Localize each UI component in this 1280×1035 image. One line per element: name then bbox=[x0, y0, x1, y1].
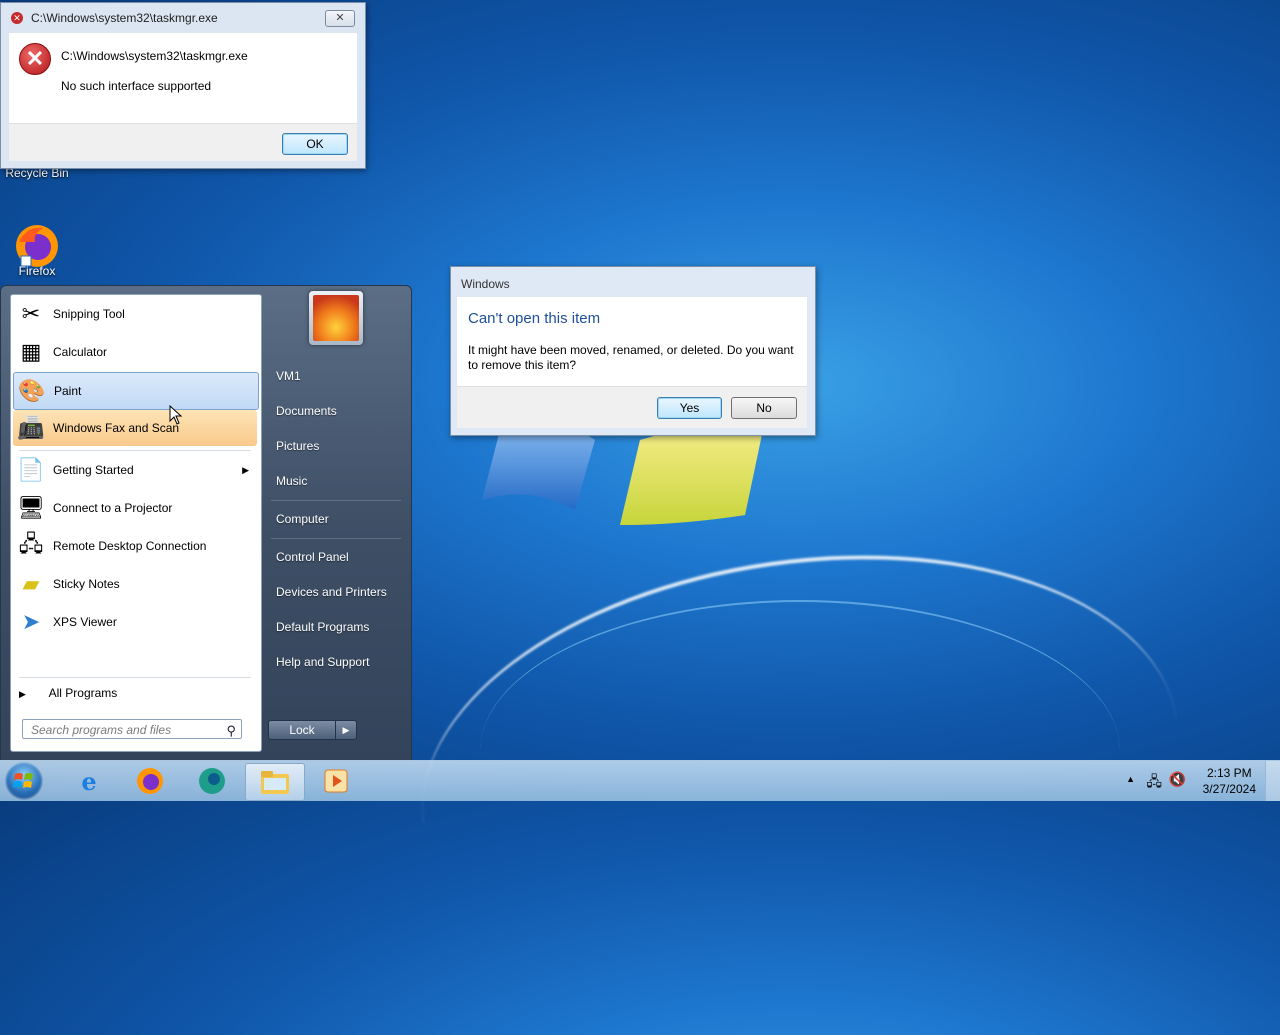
clock[interactable]: 2:13 PM 3/27/2024 bbox=[1203, 765, 1256, 797]
search-icon[interactable]: ⚲ bbox=[226, 721, 236, 741]
program-remote-desktop[interactable]: 🖧 Remote Desktop Connection bbox=[13, 528, 257, 564]
program-paint[interactable]: 🎨 Paint bbox=[13, 372, 259, 410]
error-dialog-title: C:\Windows\system32\taskmgr.exe bbox=[31, 11, 218, 25]
edge-icon bbox=[199, 768, 225, 794]
program-label: Snipping Tool bbox=[53, 307, 125, 321]
error-icon: ✕ bbox=[19, 43, 51, 75]
dialog-footer: Yes No bbox=[457, 386, 807, 428]
no-button[interactable]: No bbox=[731, 397, 797, 419]
divider bbox=[271, 538, 401, 539]
divider bbox=[19, 450, 251, 451]
all-programs-label: All Programs bbox=[48, 686, 118, 700]
start-item-pictures[interactable]: Pictures bbox=[276, 439, 319, 453]
dialog-title[interactable]: Windows bbox=[451, 267, 815, 297]
desktop-icon-firefox[interactable]: Firefox bbox=[2, 222, 72, 284]
program-sticky-notes[interactable]: ▰ Sticky Notes bbox=[13, 566, 257, 602]
paint-palette-icon: 🎨 bbox=[18, 378, 46, 403]
ok-button[interactable]: OK bbox=[282, 133, 348, 155]
firefox-icon bbox=[137, 768, 163, 794]
shutdown-options-button[interactable]: ▶ bbox=[335, 720, 357, 740]
search-placeholder: Search programs and files bbox=[31, 723, 172, 737]
avatar[interactable] bbox=[309, 291, 363, 345]
clock-date: 3/27/2024 bbox=[1202, 782, 1256, 796]
close-button[interactable]: ✕ bbox=[325, 10, 355, 27]
taskbar-file-explorer[interactable] bbox=[245, 763, 305, 801]
program-label: Remote Desktop Connection bbox=[53, 539, 207, 553]
yes-button[interactable]: Yes bbox=[657, 397, 722, 419]
error-message: No such interface supported bbox=[61, 79, 212, 93]
calculator-icon: ▦ bbox=[20, 339, 42, 364]
dialog-body: Can't open this item It might have been … bbox=[457, 297, 807, 386]
volume-muted-icon[interactable]: 🔇 bbox=[1169, 771, 1186, 788]
error-small-icon: ✕ bbox=[11, 12, 23, 24]
show-desktop-button[interactable] bbox=[1265, 761, 1280, 801]
divider bbox=[271, 500, 401, 501]
sticky-notes-icon: ▰ bbox=[22, 571, 40, 596]
error-dialog-titlebar[interactable]: ✕ C:\Windows\system32\taskmgr.exe ✕ bbox=[1, 3, 365, 33]
program-windows-fax-and-scan[interactable]: 📠 Windows Fax and Scan bbox=[13, 410, 257, 446]
taskbar-firefox[interactable] bbox=[121, 763, 179, 799]
start-menu: ✂ Snipping Tool ▦ Calculator 🎨 Paint 📠 W… bbox=[0, 285, 412, 762]
taskbar-media-player[interactable] bbox=[307, 763, 365, 799]
network-icon[interactable]: 🖧 bbox=[1146, 771, 1162, 795]
start-menu-programs-pane: ✂ Snipping Tool ▦ Calculator 🎨 Paint 📠 W… bbox=[10, 294, 262, 752]
show-hidden-icons-button[interactable]: ▲ bbox=[1126, 774, 1135, 784]
wallpaper-arc-inner bbox=[480, 600, 1120, 902]
lock-button[interactable]: Lock bbox=[268, 720, 336, 740]
projector-icon: 🖥 bbox=[17, 495, 45, 520]
fax-icon: 📠 bbox=[17, 415, 45, 440]
all-programs-button[interactable]: ▶ All Programs bbox=[19, 683, 251, 703]
program-label: Getting Started bbox=[53, 463, 134, 477]
taskbar-edge[interactable] bbox=[183, 763, 241, 799]
program-calculator[interactable]: ▦ Calculator bbox=[13, 334, 257, 370]
clock-time: 2:13 PM bbox=[1206, 766, 1252, 780]
cant-open-dialog: Windows Can't open this item It might ha… bbox=[450, 266, 816, 436]
program-label: Sticky Notes bbox=[53, 577, 120, 591]
program-xps-viewer[interactable]: ➤ XPS Viewer bbox=[13, 604, 257, 640]
start-item-devices-printers[interactable]: Devices and Printers bbox=[276, 585, 387, 599]
taskbar-internet-explorer[interactable]: e bbox=[60, 763, 118, 799]
media-player-icon bbox=[324, 769, 348, 793]
error-path-text: C:\Windows\system32\taskmgr.exe bbox=[61, 49, 248, 63]
firefox-icon bbox=[16, 225, 58, 267]
divider bbox=[19, 677, 251, 678]
error-dialog-footer: OK bbox=[9, 123, 357, 161]
program-connect-to-projector[interactable]: 🖥 Connect to a Projector bbox=[13, 490, 257, 526]
start-item-documents[interactable]: Documents bbox=[276, 404, 337, 418]
program-getting-started[interactable]: 📄 Getting Started ▶ bbox=[13, 452, 257, 488]
search-input[interactable]: Search programs and files ⚲ bbox=[22, 719, 242, 739]
arrow-right-icon: ▶ bbox=[342, 725, 350, 735]
start-item-default-programs[interactable]: Default Programs bbox=[276, 620, 369, 634]
start-item-computer[interactable]: Computer bbox=[276, 512, 329, 526]
internet-explorer-icon: e bbox=[81, 766, 97, 796]
error-dialog: ✕ C:\Windows\system32\taskmgr.exe ✕ ✕ C:… bbox=[0, 2, 366, 169]
start-item-control-panel[interactable]: Control Panel bbox=[276, 550, 349, 564]
program-label: Connect to a Projector bbox=[53, 501, 173, 515]
submenu-arrow-icon: ▶ bbox=[242, 464, 249, 475]
program-label: Calculator bbox=[53, 345, 108, 359]
program-label: XPS Viewer bbox=[53, 615, 117, 629]
user-picture bbox=[313, 295, 359, 341]
dialog-message: It might have been moved, renamed, or de… bbox=[468, 343, 794, 372]
start-item-help-support[interactable]: Help and Support bbox=[276, 655, 369, 669]
remote-desktop-icon: 🖧 bbox=[18, 531, 44, 556]
windows-flag-icon bbox=[13, 773, 33, 788]
dialog-heading: Can't open this item bbox=[468, 310, 601, 327]
start-item-user[interactable]: VM1 bbox=[276, 369, 301, 383]
arrow-right-icon: ▶ bbox=[19, 689, 26, 699]
taskbar: e ▲ 🖧 🔇 2:13 PM 3/27/2024 bbox=[0, 760, 1280, 801]
mouse-cursor-icon bbox=[169, 405, 183, 425]
firefox-label: Firefox bbox=[18, 264, 56, 278]
program-snipping-tool[interactable]: ✂ Snipping Tool bbox=[13, 296, 257, 332]
start-button[interactable] bbox=[5, 762, 43, 800]
program-label: Paint bbox=[54, 384, 82, 398]
getting-started-icon: 📄 bbox=[17, 457, 45, 482]
file-explorer-icon bbox=[261, 771, 289, 794]
error-dialog-body: ✕ C:\Windows\system32\taskmgr.exe No suc… bbox=[9, 33, 357, 123]
scissors-icon: ✂ bbox=[21, 301, 41, 326]
start-item-music[interactable]: Music bbox=[276, 474, 307, 488]
program-label: Windows Fax and Scan bbox=[53, 421, 180, 435]
xps-viewer-icon: ➤ bbox=[21, 609, 41, 634]
